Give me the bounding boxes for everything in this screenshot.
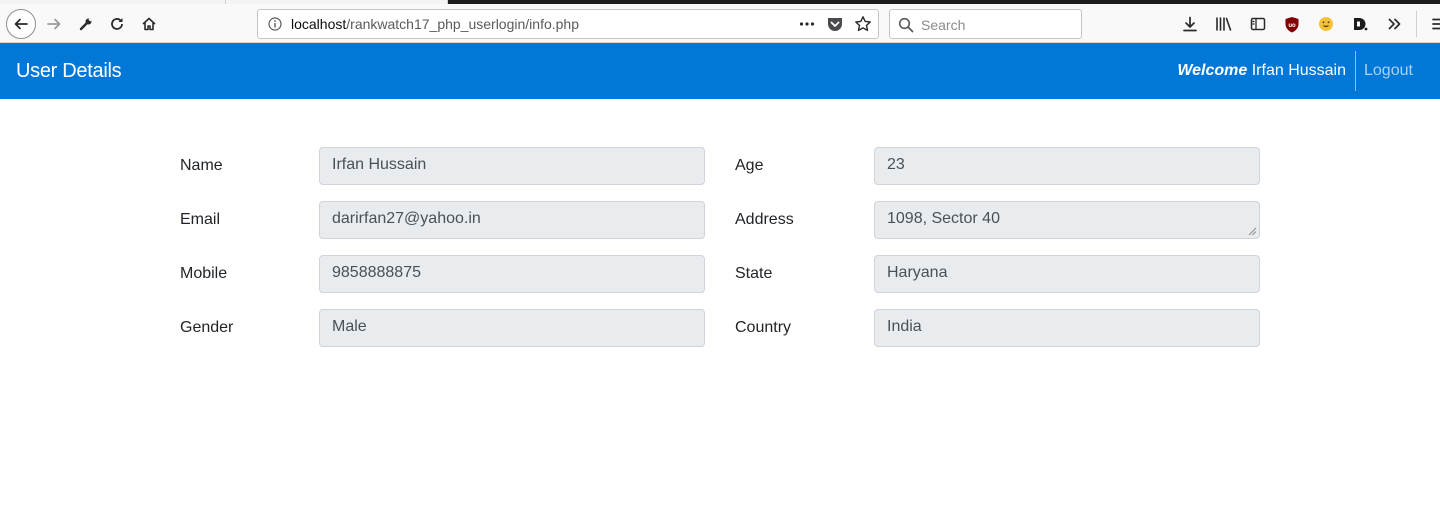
url-bar[interactable]: localhost/rankwatch17_php_userlogin/info… [257, 9, 879, 39]
info-icon[interactable] [268, 17, 282, 31]
svg-text:uo: uo [1288, 23, 1296, 29]
back-button[interactable] [6, 9, 36, 39]
email-field[interactable]: darirfan27@yahoo.in [319, 201, 705, 239]
address-textarea[interactable]: 1098, Sector 40 [874, 201, 1260, 239]
gender-label: Gender [180, 319, 234, 336]
navbar-divider [1355, 51, 1356, 91]
country-field[interactable]: India [874, 309, 1260, 347]
library-button[interactable] [1210, 10, 1238, 38]
toolbar-separator [1416, 11, 1417, 37]
forward-icon [47, 18, 61, 30]
sidebar-icon [1250, 17, 1266, 31]
emoji-button[interactable] [1312, 10, 1340, 38]
home-icon [142, 17, 156, 31]
pocket-icon[interactable] [826, 15, 844, 33]
age-label: Age [735, 157, 764, 174]
overflow-icon [1388, 18, 1401, 30]
library-icon [1216, 17, 1232, 31]
address-label: Address [735, 211, 794, 228]
search-placeholder: Search [921, 17, 966, 33]
browser-toolbar: localhost/rankwatch17_php_userlogin/info… [0, 4, 1440, 43]
search-bar[interactable]: Search [889, 9, 1082, 39]
dashlane-button[interactable] [1346, 10, 1374, 38]
logout-link[interactable]: Logout [1364, 62, 1413, 80]
url-host: localhost [291, 16, 347, 32]
wrench-icon [79, 18, 92, 31]
home-button[interactable] [135, 10, 163, 38]
welcome-user-name: Irfan Hussain [1251, 62, 1346, 79]
age-field[interactable]: 23 [874, 147, 1260, 185]
state-label: State [735, 265, 773, 282]
url-path: /rankwatch17_php_userlogin/info.php [346, 16, 579, 32]
menu-button[interactable] [1425, 10, 1440, 38]
ublock-icon: uo [1285, 16, 1299, 32]
gender-field[interactable]: Male [319, 309, 705, 347]
address-value: 1098, Sector 40 [887, 210, 1000, 227]
forward-button[interactable] [40, 10, 68, 38]
sidebar-button[interactable] [1244, 10, 1272, 38]
ublock-button[interactable]: uo [1278, 10, 1306, 38]
more-icon[interactable] [798, 15, 816, 33]
downloads-button[interactable] [1176, 10, 1204, 38]
download-icon [1183, 16, 1197, 32]
bookmark-star-icon[interactable] [854, 15, 872, 33]
url-text[interactable]: localhost/rankwatch17_php_userlogin/info… [291, 16, 579, 32]
emoji-icon [1319, 17, 1333, 31]
menu-icon [1432, 18, 1440, 30]
welcome-message: Welcome Irfan Hussain [1177, 62, 1346, 80]
dashlane-icon [1354, 18, 1368, 31]
email-label: Email [180, 211, 221, 228]
name-field[interactable]: Irfan Hussain [319, 147, 705, 185]
resize-grip-icon[interactable] [1247, 226, 1257, 236]
back-icon [14, 18, 28, 30]
tools-button[interactable] [72, 10, 100, 38]
search-icon [898, 17, 914, 33]
state-field[interactable]: Haryana [874, 255, 1260, 293]
reload-button[interactable] [103, 10, 131, 38]
country-label: Country [735, 319, 792, 336]
name-label: Name [180, 157, 223, 174]
mobile-label: Mobile [180, 265, 228, 282]
overflow-button[interactable] [1380, 10, 1408, 38]
mobile-field[interactable]: 9858888875 [319, 255, 705, 293]
welcome-prefix: Welcome [1177, 62, 1248, 79]
reload-icon [111, 18, 123, 30]
navbar-brand[interactable]: User Details [16, 60, 122, 83]
app-navbar: User Details Welcome Irfan Hussain Logou… [0, 43, 1440, 99]
